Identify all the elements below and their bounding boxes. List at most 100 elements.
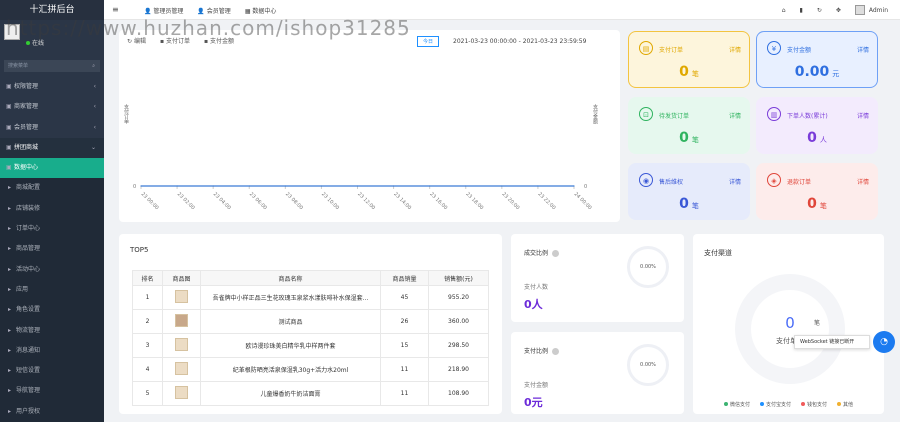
fullscreen-icon[interactable]: ✥ xyxy=(836,7,841,14)
menu-item-icon: ▸ xyxy=(8,306,12,314)
product-thumbnail[interactable] xyxy=(175,338,188,351)
sidebar-item[interactable]: ▸ 应用 xyxy=(0,279,104,301)
service-icon: ◉ xyxy=(639,173,653,187)
pay-channel-card: 支付渠道 0 笔 支付单量 微信支付 支付宝支付 钱包支付 其他 xyxy=(693,234,884,414)
sidebar-item[interactable]: ▸ 店铺装修 xyxy=(0,198,104,220)
x-tick-label: 23 10:00 xyxy=(320,191,340,211)
stat-detail-link[interactable]: 详情 xyxy=(729,177,741,186)
chat-icon[interactable]: ◔ xyxy=(873,331,895,353)
sidebar-item[interactable]: ▸ 角色设置 xyxy=(0,300,104,321)
table-row[interactable]: 2 测试商品 26 360.00 xyxy=(132,309,489,334)
stat-label: 售后维权 xyxy=(659,179,684,186)
admin-avatar[interactable] xyxy=(854,5,865,15)
menu-item-icon: ▣ xyxy=(6,143,12,151)
table-row[interactable]: 1 吾雀牌中小样正品三生花玫瑰玉泉浆水漾肤啡补水保湿套... 45 955.20 xyxy=(132,285,489,310)
stat-card[interactable]: ⊡ 待发货订单 详情 0 笔 xyxy=(628,97,750,154)
sidebar-item[interactable]: ▸ 用户授权 xyxy=(0,401,104,422)
legend-item[interactable]: 钱包支付 xyxy=(801,401,827,408)
menu-toggle-icon[interactable]: ≡ xyxy=(112,5,119,14)
sidebar-item[interactable]: ▸ 物流管理 xyxy=(0,320,104,341)
stat-detail-link[interactable]: 详情 xyxy=(729,111,741,120)
tab-members[interactable]: 👤 会员管理 xyxy=(197,6,230,15)
amount-cell: 218.90 xyxy=(428,357,489,382)
menu-search-input[interactable]: 搜索菜单 ⌕ xyxy=(4,60,100,72)
top-nav: 👤 管理员管理 👤 会员管理 ▦ 数据中心 xyxy=(144,0,290,20)
sidebar-item[interactable]: ▣ 数据中心 xyxy=(0,158,104,179)
help-icon[interactable] xyxy=(552,250,560,257)
legend-item[interactable]: 支付宝支付 xyxy=(759,401,791,408)
top5-card: TOP5 排名 商品图 商品名称 商品销量 销售额(元) 1 吾雀牌中小样正品三生… xyxy=(119,234,502,414)
top-bar: ≡ 👤 管理员管理 👤 会员管理 ▦ 数据中心 ⌂ ▮ ↻ ✥ Admin xyxy=(104,0,900,20)
legend-item[interactable]: 微信支付 xyxy=(723,401,750,408)
refresh-icon[interactable]: ↻ xyxy=(817,7,822,14)
sidebar-item[interactable]: ▣ 拼团商城 ⌄ xyxy=(0,137,104,159)
sidebar-item[interactable]: ▸ 活动中心 xyxy=(0,259,104,280)
legend-item[interactable]: 其他 xyxy=(837,401,853,408)
sidebar-item[interactable]: ▸ 消息通知 xyxy=(0,340,104,362)
avatar[interactable] xyxy=(4,24,20,40)
table-row[interactable]: 3 欧诗漫珍珠美白精华乳中样两件套 15 298.50 xyxy=(132,333,489,358)
sidebar-item[interactable]: ▣ 权限管理 ‹ xyxy=(0,77,104,97)
menu-item-icon: ▸ xyxy=(8,184,12,192)
app-title: 十汇拼后台 xyxy=(0,0,104,20)
table-row[interactable]: 4 纪革根防晒亮活泉保湿乳30g+活力水20ml 11 218.90 xyxy=(132,357,489,382)
sidebar-item-label: 应用 xyxy=(16,285,29,293)
sidebar-item[interactable]: ▸ 商城配置 xyxy=(0,178,104,199)
home-icon[interactable]: ⌂ xyxy=(782,7,786,14)
stat-detail-link[interactable]: 详情 xyxy=(729,45,741,54)
name-cell: 测试商品 xyxy=(200,309,381,334)
legend-label: 支付宝支付 xyxy=(765,402,791,408)
x-tick-label: 23 22:00 xyxy=(537,191,557,211)
admin-name[interactable]: Admin xyxy=(869,7,888,14)
x-tick-label: 23 06:00 xyxy=(248,191,268,211)
stat-card[interactable]: ▥ 下单人数(累计) 详情 0 人 xyxy=(756,97,878,154)
legend-dot-icon xyxy=(801,402,805,406)
table-row[interactable]: 5 儿童爆香奶牛奶洁面膏 11 108.90 xyxy=(132,381,489,406)
tab-data-center[interactable]: ▦ 数据中心 xyxy=(245,6,277,15)
stat-label: 退款订单 xyxy=(787,179,812,186)
pay-ratio-ring: 0.00% xyxy=(627,344,669,386)
x-tick-label: 23 16:00 xyxy=(428,191,448,211)
product-thumbnail[interactable] xyxy=(175,386,188,399)
stat-detail-link[interactable]: 详情 xyxy=(857,177,869,186)
product-thumbnail[interactable] xyxy=(175,290,188,303)
sidebar-item-label: 数据中心 xyxy=(14,164,39,172)
sidebar-item-label: 拼团商城 xyxy=(14,143,39,151)
sidebar-item[interactable]: ▸ 商品管理 xyxy=(0,239,104,260)
menu-item-icon: ▣ xyxy=(6,164,12,172)
top-right-tools: ⌂ ▮ ↻ ✥ Admin xyxy=(768,0,888,20)
x-tick-label: 23 00:00 xyxy=(140,191,160,211)
product-thumbnail[interactable] xyxy=(175,314,188,327)
sidebar-item-label: 店铺装修 xyxy=(16,204,41,212)
sidebar-item-label: 角色设置 xyxy=(16,306,41,314)
tab-label: 会员管理 xyxy=(206,7,231,15)
sidebar-item[interactable]: ▸ 短信设置 xyxy=(0,361,104,382)
stat-card[interactable]: ◉ 售后维权 详情 0 笔 xyxy=(628,163,750,220)
stat-detail-link[interactable]: 详情 xyxy=(857,45,869,54)
sidebar-item[interactable]: ▣ 商家管理 ‹ xyxy=(0,97,104,117)
stat-detail-link[interactable]: 详情 xyxy=(857,111,869,120)
pay-users-value: 0人 xyxy=(524,298,543,311)
tab-admin[interactable]: 👤 管理员管理 xyxy=(144,6,183,15)
legend-dot-icon xyxy=(723,402,728,406)
product-thumbnail[interactable] xyxy=(175,362,188,375)
search-placeholder: 搜索菜单 xyxy=(8,63,29,69)
trash-icon[interactable]: ▮ xyxy=(800,7,803,14)
stat-unit: 元 xyxy=(832,70,840,78)
sidebar-item[interactable]: ▣ 会员管理 ‹ xyxy=(0,118,104,138)
deal-ratio-label: 成交比例 xyxy=(524,250,549,257)
sidebar-item[interactable]: ▸ 订单中心 xyxy=(0,219,104,240)
stat-card[interactable]: ¥ 支付金额 详情 0.00 元 xyxy=(756,31,878,88)
stat-card[interactable]: ◈ 退款订单 详情 0 笔 xyxy=(756,163,878,220)
stat-card[interactable]: ▤ 支付订单 详情 0 笔 xyxy=(628,31,750,88)
sidebar-item-label: 导航管理 xyxy=(16,387,41,395)
user-panel: 在线 xyxy=(0,20,104,55)
amount-cell: 360.00 xyxy=(428,309,489,334)
search-icon[interactable]: ⌕ xyxy=(92,60,95,72)
sales-cell: 11 xyxy=(380,381,429,406)
sidebar-item[interactable]: ▸ 导航管理 xyxy=(0,381,104,402)
x-tick-label: 23 12:00 xyxy=(356,191,376,211)
deal-ratio-title: 成交比例 xyxy=(524,248,560,257)
amount-cell: 955.20 xyxy=(428,285,489,310)
help-icon[interactable] xyxy=(552,348,560,355)
